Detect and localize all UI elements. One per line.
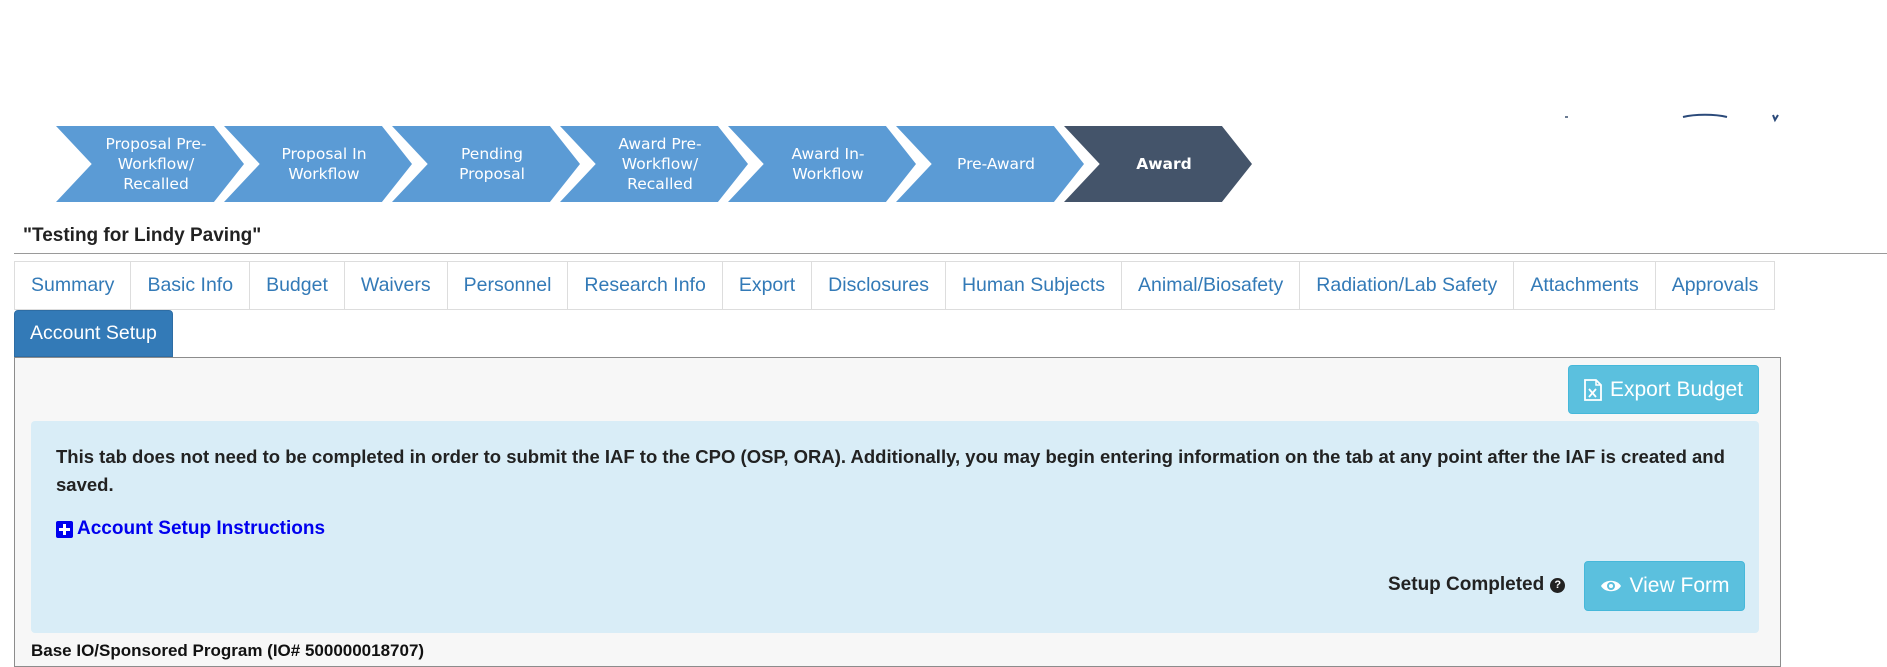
logo-fragment (1565, 113, 1779, 123)
setup-completed-text: Setup Completed (1388, 574, 1545, 595)
tab-budget[interactable]: Budget (249, 261, 344, 310)
plus-square-icon (56, 520, 73, 538)
workflow-step-award: Award (1064, 126, 1252, 202)
tab-basic-info[interactable]: Basic Info (130, 261, 250, 310)
setup-completed-label: Setup Completed ? (1388, 574, 1566, 596)
export-budget-label: Export Budget (1609, 377, 1744, 401)
tab-waivers[interactable]: Waivers (343, 261, 447, 310)
title-divider (14, 253, 1887, 254)
workflow-step-label: Proposal Pre- Workflow/ Recalled (105, 135, 207, 193)
account-setup-instructions-link[interactable]: Account Setup Instructions (56, 518, 325, 540)
account-setup-panel: Export Budget This tab does not need to … (14, 357, 1781, 667)
eye-icon (1600, 580, 1621, 592)
workflow-step-label: Award Pre- Workflow/ Recalled (618, 135, 702, 193)
export-budget-button[interactable]: Export Budget (1568, 365, 1759, 414)
tab-approvals[interactable]: Approvals (1654, 261, 1776, 310)
question-circle-icon[interactable]: ? (1550, 577, 1566, 593)
tab-research-info[interactable]: Research Info (567, 261, 722, 310)
workflow-step-label: Pre-Award (957, 155, 1035, 173)
workflow-status-bar: Proposal Pre- Workflow/ Recalled Proposa… (56, 126, 1256, 202)
tab-summary[interactable]: Summary (14, 261, 131, 310)
workflow-step-label: Award In- Workflow (791, 145, 865, 183)
tab-personnel[interactable]: Personnel (446, 261, 568, 310)
workflow-step-pending-proposal: Pending Proposal (392, 126, 580, 202)
instructions-link-label: Account Setup Instructions (77, 518, 326, 539)
tab-radiation-lab-safety[interactable]: Radiation/Lab Safety (1299, 261, 1514, 310)
base-io-heading: Base IO/Sponsored Program (IO# 500000018… (31, 641, 425, 660)
info-message: This tab does not need to be completed i… (56, 446, 1725, 495)
workflow-step-proposal-in-workflow: Proposal In Workflow (224, 126, 412, 202)
excel-file-icon (1584, 378, 1602, 401)
record-title: "Testing for Lindy Paving" (23, 225, 262, 246)
workflow-step-proposal-pre-workflow: Proposal Pre- Workflow/ Recalled (56, 126, 244, 202)
workflow-step-award-pre-workflow: Award Pre- Workflow/ Recalled (560, 126, 748, 202)
workflow-step-label: Award (1136, 155, 1192, 173)
view-form-label: View Form (1629, 574, 1730, 597)
tab-attachments[interactable]: Attachments (1513, 261, 1655, 310)
tab-disclosures[interactable]: Disclosures (811, 261, 945, 310)
info-alert: This tab does not need to be completed i… (31, 421, 1759, 633)
workflow-step-label: Proposal In Workflow (281, 145, 367, 183)
workflow-step-award-in-workflow: Award In- Workflow (728, 126, 916, 202)
view-form-button[interactable]: View Form (1584, 561, 1745, 611)
tab-human-subjects[interactable]: Human Subjects (944, 261, 1122, 310)
tab-animal-biosafety[interactable]: Animal/Biosafety (1121, 261, 1300, 310)
workflow-step-pre-award: Pre-Award (896, 126, 1084, 202)
tab-export[interactable]: Export (721, 261, 812, 310)
tab-account-setup[interactable]: Account Setup (14, 310, 173, 357)
tab-bar: Summary Basic Info Budget Waivers Person… (14, 261, 1776, 310)
workflow-step-label: Pending Proposal (459, 145, 525, 183)
